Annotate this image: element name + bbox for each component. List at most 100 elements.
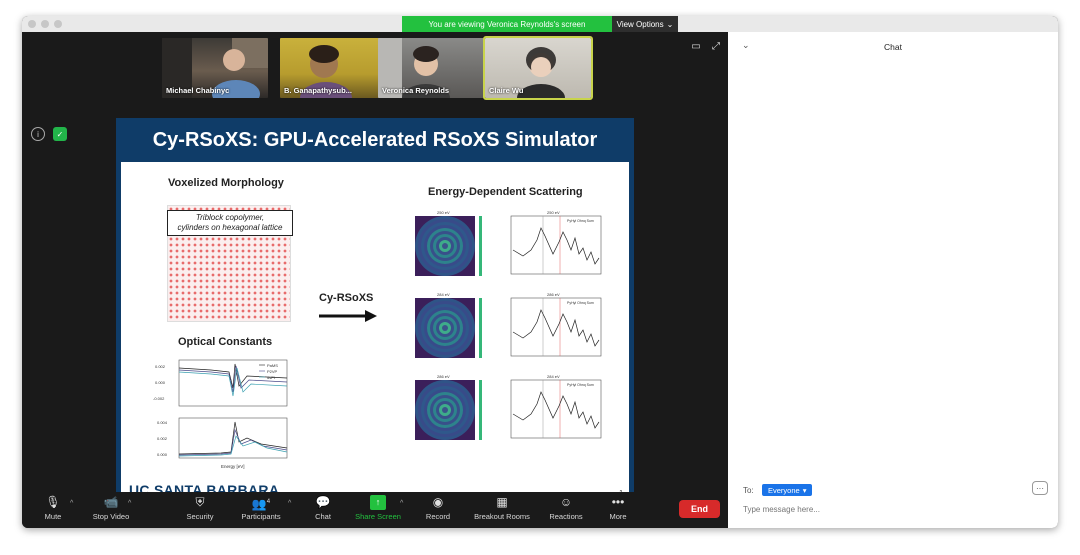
chat-to-label: To: [743, 486, 754, 495]
mute-button[interactable]: 🎙 Mute [36, 495, 70, 525]
legend-entry: dsPI [267, 375, 275, 380]
right-arrow-icon [319, 310, 377, 322]
share-screen-button[interactable]: ↑ Share Screen [352, 495, 404, 525]
fullscreen-icon[interactable]: ⤢ [710, 40, 722, 52]
lattice-callout: Triblock copolymer, cylinders on hexagon… [167, 210, 293, 236]
people-icon: 👥4 [251, 497, 271, 511]
presentation-slide: Cy-RSoXS: GPU-Accelerated RSoXS Simulato… [116, 118, 634, 507]
smiley-icon: ☺ [559, 495, 573, 509]
more-dots-icon: ••• [611, 495, 625, 509]
slide-title: Cy-RSoXS: GPU-Accelerated RSoXS Simulato… [152, 128, 598, 151]
reactions-label: Reactions [549, 512, 583, 521]
chevron-up-icon[interactable]: ^ [128, 500, 131, 507]
profile-title: 250 eV [547, 210, 560, 215]
scattering-heatmap: 250 eV [415, 210, 482, 276]
profile-legend: PyHyl Ohnq Sum [567, 219, 594, 223]
record-icon: ◉ [432, 495, 444, 509]
tick-label: -0.002 [153, 396, 165, 401]
reactions-button[interactable]: ☺ Reactions [546, 495, 586, 525]
microphone-icon: 🎙 [45, 495, 61, 509]
participants-button[interactable]: 👥4 Participants [238, 495, 284, 525]
breakout-rooms-button[interactable]: ▦ Breakout Rooms [470, 495, 534, 525]
participant-tile[interactable]: B. Ganapathysub... [280, 38, 386, 98]
record-label: Record [425, 512, 451, 521]
scattering-profile-plot: 284 eV PyHyl Ohnq Sum [510, 374, 602, 439]
tick-label: 0.004 [157, 420, 168, 425]
heatmap-title: 284 eV [437, 292, 450, 297]
zoom-window-button[interactable] [54, 20, 62, 28]
video-camera-icon: 📹 [103, 495, 119, 509]
arrow-label: Cy-RSoXS [319, 292, 374, 304]
scattering-profile-plot: 286 eV PyHyl Ohnq Sum [510, 292, 602, 357]
x-axis-label: Energy [eV] [221, 464, 245, 469]
participant-tile[interactable]: Michael Chabinyc [162, 38, 268, 98]
optical-delta-plot: 0.002 0.000 -0.002 PaMS P2VP dsPI [153, 359, 288, 407]
profile-legend: PyHyl Ohnq Sum [567, 383, 594, 387]
more-label: More [609, 512, 627, 521]
scattering-heading: Energy-Dependent Scattering [428, 186, 583, 198]
profile-title: 284 eV [547, 374, 560, 379]
chat-recipient-value: Everyone [768, 485, 800, 495]
heatmap-title: 250 eV [437, 210, 450, 215]
participant-name: B. Ganapathysub... [284, 86, 352, 95]
tick-label: 0.002 [157, 436, 168, 441]
stop-video-label: Stop Video [92, 512, 130, 521]
profile-title: 286 eV [547, 292, 560, 297]
optical-heading: Optical Constants [178, 336, 273, 348]
participant-tile[interactable]: Veronica Reynolds [378, 38, 484, 98]
heatmap-title: 286 eV [437, 374, 450, 379]
chat-title: Chat [884, 42, 902, 52]
chevron-up-icon[interactable]: ^ [70, 500, 73, 507]
chevron-up-icon[interactable]: ^ [288, 500, 291, 507]
chat-bubble-icon: 💬 [315, 495, 331, 509]
profile-legend: PyHyl Ohnq Sum [567, 301, 594, 305]
chevron-up-icon[interactable]: ^ [400, 500, 403, 507]
view-options-button[interactable]: View Options ⌄ [612, 16, 678, 32]
optical-beta-plot: 0.004 0.002 0.000 Energy [eV] [157, 417, 288, 469]
end-meeting-button[interactable]: End [679, 500, 720, 518]
minimize-window-button[interactable] [41, 20, 49, 28]
close-window-button[interactable] [28, 20, 36, 28]
more-button[interactable]: ••• More [606, 495, 630, 525]
caret-down-icon: ▾ [802, 485, 807, 495]
legend-entry: P2VP [267, 369, 278, 374]
shield-icon: ⛨ [195, 495, 205, 509]
grid-icon: ▦ [496, 495, 508, 509]
screen-share-banner: You are viewing Veronica Reynolds's scre… [402, 16, 612, 32]
chat-message-input[interactable] [743, 502, 1043, 516]
gallery-layout-icon[interactable]: ▭ [690, 40, 702, 52]
participants-count: 4 [266, 499, 271, 505]
security-button[interactable]: ⛨ Security [180, 495, 220, 525]
meeting-toolbar: 🎙 Mute ^ 📹 Stop Video ^ ⛨ Security 👥4 Pa… [22, 492, 728, 528]
mute-label: Mute [44, 512, 62, 521]
title-bar: You are viewing Veronica Reynolds's scre… [22, 16, 1058, 32]
more-dots-icon[interactable]: ··· [1032, 481, 1048, 495]
participants-label: Participants [241, 512, 281, 521]
chat-recipient-select[interactable]: Everyone ▾ [762, 484, 813, 496]
shared-screen-area: Michael Chabinyc B. Ganapathysub... Vero… [22, 32, 728, 507]
voxelized-heading: Voxelized Morphology [168, 177, 284, 189]
shield-icon[interactable]: ✓ [53, 127, 67, 141]
slide-body: Voxelized Morphology Triblock copolymer,… [121, 162, 629, 503]
share-screen-label: Share Screen [355, 512, 401, 521]
tick-label: 0.000 [155, 380, 166, 385]
participant-name: Veronica Reynolds [382, 86, 450, 95]
chevron-down-icon: ⌄ [666, 19, 674, 29]
record-button[interactable]: ◉ Record [422, 495, 454, 525]
share-arrow-icon: ↑ [370, 495, 386, 510]
tick-label: 0.002 [155, 364, 166, 369]
callout-line-1: Triblock copolymer, [195, 213, 265, 222]
zoom-window: You are viewing Veronica Reynolds's scre… [22, 16, 1058, 528]
security-label: Security [186, 512, 214, 521]
scattering-heatmap: 284 eV [415, 292, 482, 358]
view-options-label: View Options [616, 19, 664, 29]
chat-button[interactable]: 💬 Chat [309, 495, 337, 525]
scattering-profile-plot: 250 eV PyHyl Ohnq Sum [510, 210, 602, 275]
breakout-rooms-label: Breakout Rooms [474, 512, 530, 521]
chat-label: Chat [315, 512, 331, 521]
scattering-heatmap: 286 eV [415, 374, 482, 440]
participant-tile-active-speaker[interactable]: Claire Wu [483, 36, 593, 100]
callout-line-2: cylinders on hexagonal lattice [177, 223, 283, 232]
info-icon[interactable]: i [31, 127, 45, 141]
participant-name: Michael Chabinyc [166, 86, 230, 95]
